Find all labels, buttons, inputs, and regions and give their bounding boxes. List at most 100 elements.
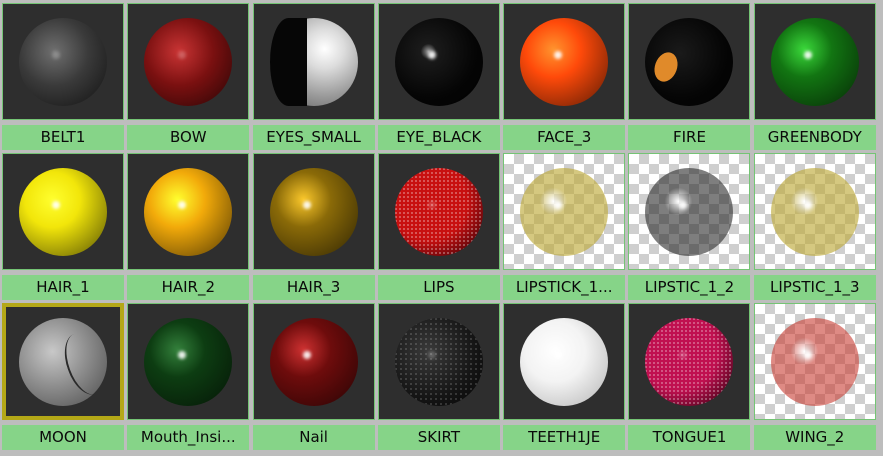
material-swatch[interactable]: FACE_3 [503,3,626,151]
material-swatch[interactable]: BELT1 [2,3,124,151]
material-name-label[interactable]: BELT1 [2,125,124,150]
material-sphere-icon [394,317,483,406]
specular-highlight-icon [553,350,562,359]
material-swatch[interactable]: Nail [252,303,375,451]
material-preview[interactable] [503,3,626,120]
material-name-label[interactable]: HAIR_2 [127,275,250,300]
material-sphere-icon [19,167,107,256]
material-swatch[interactable]: LIPS [377,153,500,301]
material-preview[interactable] [753,3,876,120]
specular-highlight-icon [177,50,186,59]
material-sphere-icon [394,17,483,106]
material-sphere-icon [144,17,233,106]
material-name-label[interactable]: MOON [2,425,124,450]
specular-highlight-icon [804,50,813,59]
material-name-label[interactable]: HAIR_3 [252,275,375,300]
material-sphere-icon [520,167,609,256]
material-name-label[interactable]: FACE_3 [503,125,626,150]
specular-highlight-icon [177,200,186,209]
material-swatch[interactable]: Mouth_Insi... [127,303,250,451]
material-swatch[interactable]: HAIR_3 [252,153,375,301]
material-name-label[interactable]: LIPSTIC_1_3 [753,275,876,300]
material-preview[interactable] [252,303,375,420]
material-swatch[interactable]: HAIR_1 [2,153,124,301]
material-preview[interactable] [252,3,375,120]
specular-highlight-icon [52,200,61,209]
material-name-label[interactable]: Nail [252,425,375,450]
material-preview[interactable] [377,153,500,270]
specular-highlight-icon [804,350,813,359]
material-swatch[interactable]: LIPSTICK_1... [503,153,626,301]
material-sphere-icon [144,167,233,256]
material-swatch[interactable]: GREENBODY [753,3,876,151]
material-name-label[interactable]: WING_2 [753,425,876,450]
material-swatch[interactable]: TONGUE1 [628,303,751,451]
material-grid: BELT1 BOW EYES_SMALL EYE_BLACK FACE_3 FIRE GRE… [0,0,883,456]
specular-highlight-icon [678,350,687,359]
material-preview[interactable] [628,153,751,270]
fire-spot-icon [651,48,682,85]
specular-highlight-icon [428,50,437,59]
material-name-label[interactable]: LIPSTICK_1... [503,275,626,300]
specular-highlight-icon [553,200,562,209]
material-preview[interactable] [628,3,751,120]
material-name-label[interactable]: Mouth_Insi... [127,425,250,450]
material-preview[interactable] [753,153,876,270]
material-swatch[interactable]: LIPSTIC_1_2 [628,153,751,301]
material-name-label[interactable]: LIPSTIC_1_2 [628,275,751,300]
material-preview[interactable] [127,303,250,420]
material-sphere-icon [520,317,609,406]
material-preview[interactable] [753,303,876,420]
material-swatch[interactable]: WING_2 [753,303,876,451]
material-name-label[interactable]: SKIRT [377,425,500,450]
material-swatch[interactable]: MOON [2,303,124,451]
material-name-label[interactable]: HAIR_1 [2,275,124,300]
specular-highlight-icon [303,200,312,209]
material-sphere-icon [394,167,483,256]
material-swatch[interactable]: FIRE [628,3,751,151]
material-swatch[interactable]: EYE_BLACK [377,3,500,151]
material-preview[interactable] [127,153,250,270]
material-name-label[interactable]: EYES_SMALL [252,125,375,150]
specular-highlight-icon [804,200,813,209]
material-preview[interactable] [2,153,124,270]
material-sphere-icon [770,317,859,406]
material-swatch[interactable]: EYES_SMALL [252,3,375,151]
material-swatch[interactable]: SKIRT [377,303,500,451]
material-preview[interactable] [377,3,500,120]
specular-highlight-icon [303,350,312,359]
material-preview[interactable] [2,303,124,420]
material-name-label[interactable]: TEETH1JE [503,425,626,450]
specular-highlight-icon [428,350,437,359]
material-sphere-icon [19,317,113,406]
material-sphere-icon [770,17,859,106]
material-sphere-icon [520,17,609,106]
material-sphere-icon [645,167,734,256]
material-name-label[interactable]: TONGUE1 [628,425,751,450]
material-name-label[interactable]: EYE_BLACK [377,125,500,150]
material-name-label[interactable]: LIPS [377,275,500,300]
material-name-label[interactable]: GREENBODY [753,125,876,150]
material-preview[interactable] [503,153,626,270]
material-sphere-icon [269,17,358,106]
material-preview[interactable] [252,153,375,270]
material-swatch[interactable]: HAIR_2 [127,153,250,301]
material-sphere-icon [770,167,859,256]
material-name-label[interactable]: BOW [127,125,250,150]
specular-highlight-icon [52,50,61,59]
specular-highlight-icon [428,200,437,209]
material-preview[interactable] [503,303,626,420]
material-preview[interactable] [628,303,751,420]
specular-highlight-icon [678,200,687,209]
material-sphere-icon [269,317,358,406]
material-name-label[interactable]: FIRE [628,125,751,150]
material-swatch[interactable]: BOW [127,3,250,151]
material-swatch[interactable]: LIPSTIC_1_3 [753,153,876,301]
material-swatch[interactable]: TEETH1JE [503,303,626,451]
specular-highlight-icon [177,350,186,359]
material-sphere-icon [645,17,734,106]
specular-highlight-icon [553,50,562,59]
material-preview[interactable] [377,303,500,420]
material-preview[interactable] [2,3,124,120]
material-preview[interactable] [127,3,250,120]
